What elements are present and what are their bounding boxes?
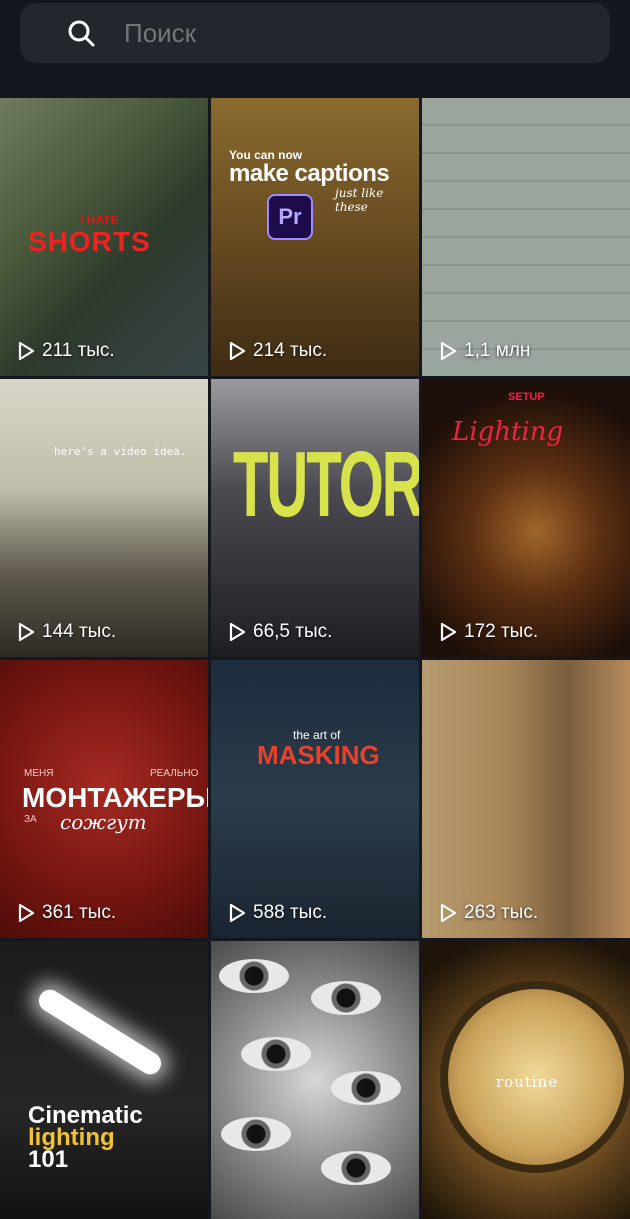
play-icon (229, 622, 246, 642)
view-count-label: 172 тыс. (464, 621, 539, 642)
play-icon (18, 903, 35, 923)
video-tile[interactable]: the art of MASKING 588 тыс. (211, 660, 419, 938)
video-caption: MASKING (257, 740, 380, 770)
eye-graphic (331, 1071, 401, 1105)
eye-graphic (241, 1037, 311, 1071)
play-icon (18, 622, 35, 642)
video-tile[interactable]: МЕНЯ РЕАЛЬНО МОНТАЖЕРЫ сожгут ЗА 361 тыс… (0, 660, 208, 938)
video-caption: SETUP (508, 391, 545, 403)
view-count: 1,1 млн (438, 340, 530, 362)
video-caption: make captions (229, 160, 390, 187)
view-count-label: 1,1 млн (464, 340, 531, 361)
search-bar[interactable] (20, 3, 610, 63)
video-caption: here's a video idea. (54, 445, 187, 458)
view-count: 144 тыс. (16, 621, 116, 643)
video-tile[interactable]: I HATE SHORTS 211 тыс. (0, 98, 208, 376)
view-count-label: 214 тыс. (253, 340, 328, 361)
video-grid: I HATE SHORTS 211 тыс. You can now make … (0, 98, 630, 1219)
view-count: 263 тыс. (438, 902, 538, 924)
video-tile[interactable]: Cinematic lighting 101 (0, 941, 208, 1219)
video-tile[interactable] (211, 941, 419, 1219)
video-tile[interactable]: You can now make captions just like thes… (211, 98, 419, 376)
premiere-pro-logo: Pr (267, 194, 313, 240)
view-count: 66,5 тыс. (227, 621, 332, 643)
search-icon[interactable] (66, 18, 96, 48)
view-count-label: 144 тыс. (42, 621, 117, 642)
view-count: 214 тыс. (227, 340, 327, 362)
view-count: 588 тыс. (227, 902, 327, 924)
video-caption: Cinematic lighting 101 (28, 1104, 143, 1173)
video-caption: Lighting (452, 417, 564, 447)
view-count: 361 тыс. (16, 902, 116, 924)
eye-graphic (221, 1117, 291, 1151)
view-count: 172 тыс. (438, 621, 538, 643)
view-count: 211 тыс. (16, 340, 115, 362)
video-caption: I HATE (80, 213, 119, 227)
light-tube (34, 985, 166, 1079)
video-caption: ЗА (24, 814, 37, 825)
play-icon (229, 341, 246, 361)
video-caption: SHORTS (28, 226, 151, 257)
play-icon (229, 903, 246, 923)
video-caption: РЕАЛЬНО (150, 768, 199, 779)
play-icon (440, 341, 457, 361)
eye-graphic (219, 959, 289, 993)
eye-graphic (321, 1151, 391, 1185)
video-caption: МЕНЯ (24, 768, 54, 779)
view-count-label: 361 тыс. (42, 902, 117, 923)
video-tile[interactable]: routine (422, 941, 630, 1219)
view-count-label: 263 тыс. (464, 902, 539, 923)
video-caption: TUTORIAL (233, 432, 419, 537)
video-caption: just like these (335, 186, 384, 214)
video-caption: сожгут (60, 810, 147, 834)
video-tile[interactable]: here's a video idea. 144 тыс. (0, 379, 208, 657)
eye-graphic (311, 981, 381, 1015)
play-icon (440, 622, 457, 642)
play-icon (440, 903, 457, 923)
play-icon (18, 341, 35, 361)
search-header (0, 0, 630, 96)
view-count-label: 588 тыс. (253, 902, 328, 923)
video-tile[interactable]: 1,1 млн (422, 98, 630, 376)
video-tile[interactable]: TUTORIAL 66,5 тыс. (211, 379, 419, 657)
view-count-label: 66,5 тыс. (253, 621, 333, 642)
video-caption: routine (496, 1073, 559, 1091)
search-input[interactable] (122, 16, 586, 50)
video-tile[interactable]: 263 тыс. (422, 660, 630, 938)
video-caption-line: 101 (28, 1146, 69, 1173)
view-count-label: 211 тыс. (42, 340, 115, 361)
video-tile[interactable]: SETUP Lighting 172 тыс. (422, 379, 630, 657)
